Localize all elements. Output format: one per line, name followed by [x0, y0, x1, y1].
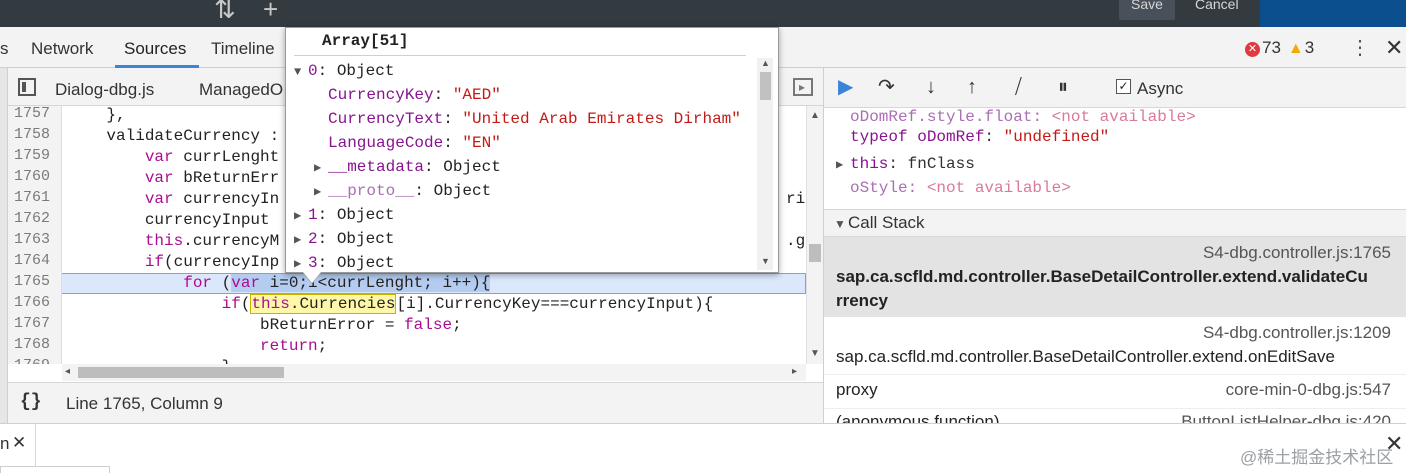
editor-horizontal-scrollbar[interactable]: ◂ ▸ [62, 364, 806, 381]
cursor-position: Line 1765, Column 9 [66, 394, 223, 413]
code-line: if(currencyInp [144, 253, 280, 271]
property-row[interactable]: CurrencyKey: "AED" [328, 83, 501, 107]
line-number[interactable]: 1768 [8, 336, 62, 357]
line-number[interactable]: 1766 [8, 294, 62, 315]
async-label: Async [1137, 79, 1184, 98]
shell-accent [1260, 0, 1406, 27]
step-out-icon[interactable]: ↑ [967, 77, 977, 97]
property-row[interactable]: CurrencyText: "United Arab Emirates Dirh… [328, 107, 741, 131]
scope-entry[interactable]: oStyle: <not available> [850, 176, 1071, 200]
file-tab-managed[interactable]: ManagedO [199, 80, 283, 100]
expand-triangle-icon: ▶ [294, 233, 302, 247]
debugger-toolbar: ▶ ↷ ↓ ↑ ⧸ ⏸ ✓ Async [824, 68, 1406, 108]
property-row[interactable]: LanguageCode: "EN" [328, 131, 501, 155]
tab-network[interactable]: Network [31, 39, 93, 59]
line-number[interactable]: 1762 [8, 210, 62, 231]
pretty-print-icon[interactable]: {} [20, 392, 42, 412]
warning-icon: ▲ [1287, 40, 1304, 57]
code-line: validateCurrency : [68, 127, 280, 145]
expand-triangle-icon: ▶ [314, 161, 322, 175]
collapse-triangle-icon: ▼ [834, 217, 846, 231]
object-preview-popover[interactable]: Array[51] ▼ 0: Object CurrencyKey: "AED" … [285, 27, 779, 273]
expand-triangle-icon: ▶ [294, 257, 302, 271]
call-frame[interactable]: core-min-0-dbg.js:547 proxy [824, 374, 1406, 408]
close-devtools-icon[interactable]: ✕ [1385, 37, 1403, 59]
pause-on-exceptions-icon[interactable]: ⏸ [1058, 77, 1068, 97]
editor-statusbar: {} Line 1765, Column 9 [8, 382, 823, 423]
array-item[interactable]: ▶ 2: Object [294, 227, 394, 251]
popover-divider [294, 55, 746, 56]
sort-icon[interactable]: ⇅ [214, 0, 236, 22]
scope-entry[interactable]: typeof oDomRef: "undefined" [850, 125, 1109, 149]
code-line: var currencyIn [144, 190, 280, 208]
step-into-icon[interactable]: ↓ [926, 77, 936, 97]
property-row-metadata[interactable]: ▶ __metadata: Object [314, 155, 501, 179]
call-frame[interactable]: S4-dbg.controller.js:1209 sap.ca.scfld.m… [824, 317, 1406, 374]
cancel-button[interactable]: Cancel [1183, 0, 1251, 20]
expand-triangle-icon: ▶ [294, 209, 302, 223]
tab-timeline[interactable]: Timeline [211, 39, 275, 59]
line-number[interactable]: 1763 [8, 231, 62, 252]
error-count: 73 [1262, 38, 1281, 57]
line-number[interactable]: 1761 [8, 189, 62, 210]
call-frame[interactable]: ButtonListHelper-dbg.js:420 (anonymous f… [824, 408, 1406, 423]
popover-scrollbar[interactable]: ▲ ▼ [757, 58, 773, 270]
collapse-triangle-icon: ▼ [294, 65, 302, 79]
expand-triangle-icon: ▶ [314, 185, 322, 199]
code-line: return; [260, 337, 328, 355]
line-number[interactable]: 1760 [8, 168, 62, 189]
app-toolbar: ⇅ + Save Cancel [0, 0, 1406, 27]
code-line: bReturnError = false; [68, 316, 462, 334]
popover-scroll-thumb[interactable] [760, 72, 771, 100]
console-drawer: n ✕ ✕ [0, 423, 1406, 473]
code-line: }, [68, 106, 126, 124]
code-line: this.currencyM [144, 232, 280, 250]
array-item[interactable]: ▶ 1: Object [294, 203, 394, 227]
code-line: var currLenght [144, 148, 280, 166]
warning-count: 3 [1304, 38, 1315, 57]
navigator-collapsed-edge[interactable] [0, 68, 8, 423]
debugger-sidebar: ▶ ↷ ↓ ↑ ⧸ ⏸ ✓ Async oDomRef.style.float:… [823, 68, 1406, 423]
resume-icon[interactable]: ▶ [838, 77, 853, 97]
call-stack-header[interactable]: ▼ Call Stack [824, 209, 1406, 237]
line-number[interactable]: 1757 [8, 106, 62, 126]
close-tab-icon[interactable]: ✕ [12, 433, 26, 453]
save-button[interactable]: Save [1119, 0, 1175, 20]
error-icon: ✕ [1245, 42, 1260, 57]
tab-sources[interactable]: Sources [124, 39, 186, 59]
code-line: currencyInput [68, 211, 280, 229]
drawer-tab-console[interactable]: n ✕ [0, 424, 36, 466]
line-number[interactable]: 1759 [8, 147, 62, 168]
add-icon[interactable]: + [263, 0, 278, 22]
popover-pointer [303, 272, 321, 283]
async-checkbox[interactable]: ✓ [1116, 79, 1131, 94]
line-number[interactable]: 1769 [8, 357, 62, 364]
step-over-icon[interactable]: ↷ [878, 77, 895, 97]
tab-console[interactable]: s [0, 39, 9, 59]
line-number[interactable]: 1758 [8, 126, 62, 147]
editor-vertical-scrollbar[interactable]: ▲ ▼ [806, 106, 823, 364]
toggle-debugger-icon[interactable]: ▸ [793, 78, 813, 96]
deactivate-breakpoints-icon[interactable]: ⧸ [1015, 77, 1022, 97]
scope-entry[interactable]: ▶ this: fnClass [836, 152, 975, 176]
array-item-expanded[interactable]: ▼ 0: Object [294, 59, 394, 83]
array-item[interactable]: ▶ 3: Object [294, 251, 394, 272]
horizontal-scroll-thumb[interactable] [78, 367, 284, 378]
line-number[interactable]: 1767 [8, 315, 62, 336]
line-number[interactable]: 1765 [8, 273, 62, 294]
code-line: var bReturnErr [144, 169, 280, 187]
popover-title: Array[51] [322, 32, 409, 50]
watermark-text: @稀土掘金技术社区 [1240, 448, 1394, 467]
file-tab-dialog[interactable]: Dialog-dbg.js [55, 80, 154, 100]
console-input[interactable] [0, 466, 110, 473]
property-row-proto[interactable]: ▶ __proto__: Object [314, 179, 491, 203]
expand-triangle-icon: ▶ [836, 158, 844, 172]
error-warning-counter[interactable]: ✕ 73 ▲3 [1245, 38, 1314, 58]
line-number[interactable]: 1764 [8, 252, 62, 273]
code-line: for (var i=0;i<currLenght; i++){ [183, 274, 491, 292]
code-line: if(this.Currencies[i].CurrencyKey===curr… [221, 294, 714, 314]
toggle-navigator-icon[interactable] [18, 78, 36, 96]
call-frame-selected[interactable]: S4-dbg.controller.js:1765 sap.ca.scfld.m… [824, 237, 1406, 317]
more-menu-icon[interactable]: ⋮ [1350, 35, 1370, 60]
